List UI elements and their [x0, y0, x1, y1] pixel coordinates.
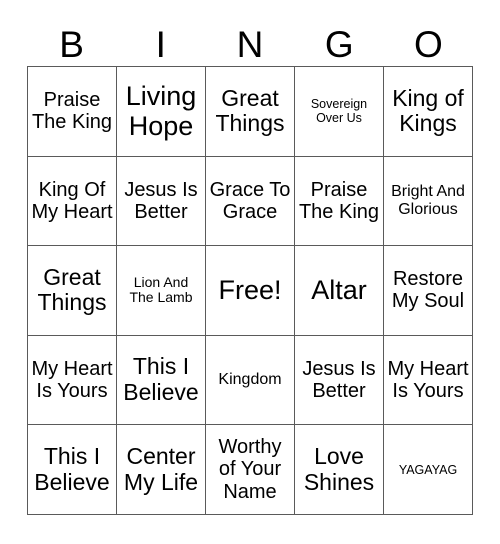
bingo-cell-label: My Heart Is Yours	[31, 357, 113, 403]
bingo-cell[interactable]: Lion And The Lamb	[117, 246, 206, 336]
bingo-cell[interactable]: Living Hope	[117, 67, 206, 157]
bingo-cell-label: Kingdom	[218, 371, 282, 389]
bingo-cell-label: YAGAYAG	[398, 462, 458, 477]
header-letter-b: B	[59, 23, 84, 65]
bingo-cell[interactable]: This I Believe	[117, 335, 206, 426]
bingo-cell-label: This I Believe	[34, 442, 110, 495]
bingo-cell[interactable]: Great Things	[206, 67, 295, 157]
bingo-cell-label: King of Kings	[392, 84, 464, 137]
bingo-cell-label: Lion And The Lamb	[129, 273, 193, 306]
bingo-cell-label: Jesus Is Better	[302, 357, 376, 403]
bingo-cell-label: Worthy of Your Name	[218, 436, 282, 503]
bingo-cell-label: Altar	[311, 275, 367, 306]
bingo-cell[interactable]: Sovereign Over Us	[295, 67, 384, 157]
bingo-cell[interactable]: Praise The King	[28, 67, 117, 157]
bingo-cell[interactable]: Jesus Is Better	[295, 335, 384, 426]
bingo-grid: Praise The King Living Hope Great Things So…	[27, 66, 473, 515]
bingo-cell[interactable]: This I Believe	[28, 425, 117, 515]
bingo-cell-label: Praise The King	[31, 88, 113, 134]
bingo-cell-label: Grace To Grace	[209, 178, 291, 223]
bingo-cell[interactable]: Great Things	[28, 246, 117, 336]
bingo-cell[interactable]: Center My Life	[117, 425, 206, 515]
bingo-cell-label: Sovereign Over Us	[310, 97, 368, 126]
bingo-cell[interactable]: Altar	[295, 246, 384, 336]
bingo-cell-label: Love Shines	[303, 442, 375, 495]
bingo-header-row: B I N G O	[27, 22, 473, 66]
header-letter-o: O	[414, 23, 443, 65]
bingo-cell[interactable]: Praise The King	[295, 156, 384, 247]
bingo-cell-label: Jesus Is Better	[124, 178, 198, 223]
bingo-cell[interactable]: Love Shines	[295, 425, 384, 515]
bingo-cell-label: Restore My Soul	[391, 268, 465, 313]
bingo-cell-label: Great Things	[215, 84, 285, 137]
bingo-cell[interactable]: YAGAYAG	[384, 425, 473, 515]
header-letter-i: I	[155, 23, 166, 65]
bingo-cell-label: Center My Life	[123, 442, 199, 495]
bingo-cell-label: My Heart Is Yours	[387, 357, 469, 403]
bingo-cell[interactable]: Restore My Soul	[384, 246, 473, 336]
header-letter-g: G	[324, 23, 354, 65]
bingo-cell[interactable]: Free!	[206, 246, 295, 336]
bingo-cell[interactable]: Grace To Grace	[206, 156, 295, 247]
bingo-cell[interactable]: Worthy of Your Name	[206, 425, 295, 515]
bingo-cell-label: Great Things	[37, 263, 107, 316]
bingo-cell-label: Bright And Glorious	[391, 182, 465, 218]
bingo-cell-label: Praise The King	[298, 178, 380, 223]
bingo-cell-label: King Of My Heart	[31, 178, 113, 223]
bingo-cell[interactable]: My Heart Is Yours	[28, 335, 117, 426]
bingo-cell[interactable]: My Heart Is Yours	[384, 335, 473, 426]
bingo-cell-label: This I Believe	[123, 353, 199, 406]
bingo-cell-label: Living Hope	[125, 81, 197, 142]
bingo-cell[interactable]: King of Kings	[384, 67, 473, 157]
bingo-card: B I N G O Praise The King Living Hope Grea…	[0, 0, 500, 544]
bingo-cell-label: Free!	[218, 275, 282, 306]
header-letter-n: N	[236, 23, 264, 65]
bingo-cell[interactable]: Jesus Is Better	[117, 156, 206, 247]
bingo-cell[interactable]: King Of My Heart	[28, 156, 117, 247]
bingo-cell[interactable]: Bright And Glorious	[384, 156, 473, 247]
bingo-cell[interactable]: Kingdom	[206, 335, 295, 426]
